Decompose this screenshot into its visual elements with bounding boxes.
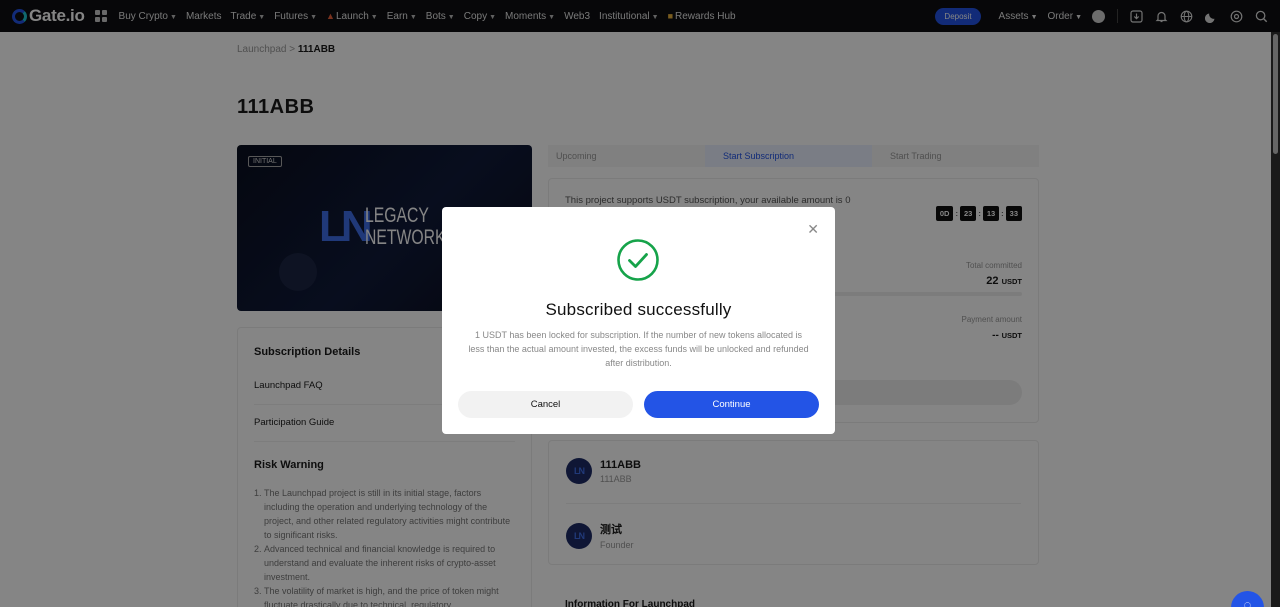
close-icon[interactable]: ✕ [807, 222, 819, 236]
continue-button[interactable]: Continue [644, 391, 819, 418]
chat-icon: ◌ [1243, 597, 1252, 607]
scrollbar-thumb[interactable] [1273, 34, 1278, 154]
scrollbar[interactable] [1271, 32, 1280, 607]
dialog-title: Subscribed successfully [545, 300, 732, 319]
subscription-success-dialog: ✕ Subscribed successfully 1 USDT has bee… [442, 207, 835, 434]
success-check-icon [617, 239, 659, 281]
cancel-button[interactable]: Cancel [458, 391, 633, 418]
dialog-message: 1 USDT has been locked for subscription.… [468, 330, 809, 368]
